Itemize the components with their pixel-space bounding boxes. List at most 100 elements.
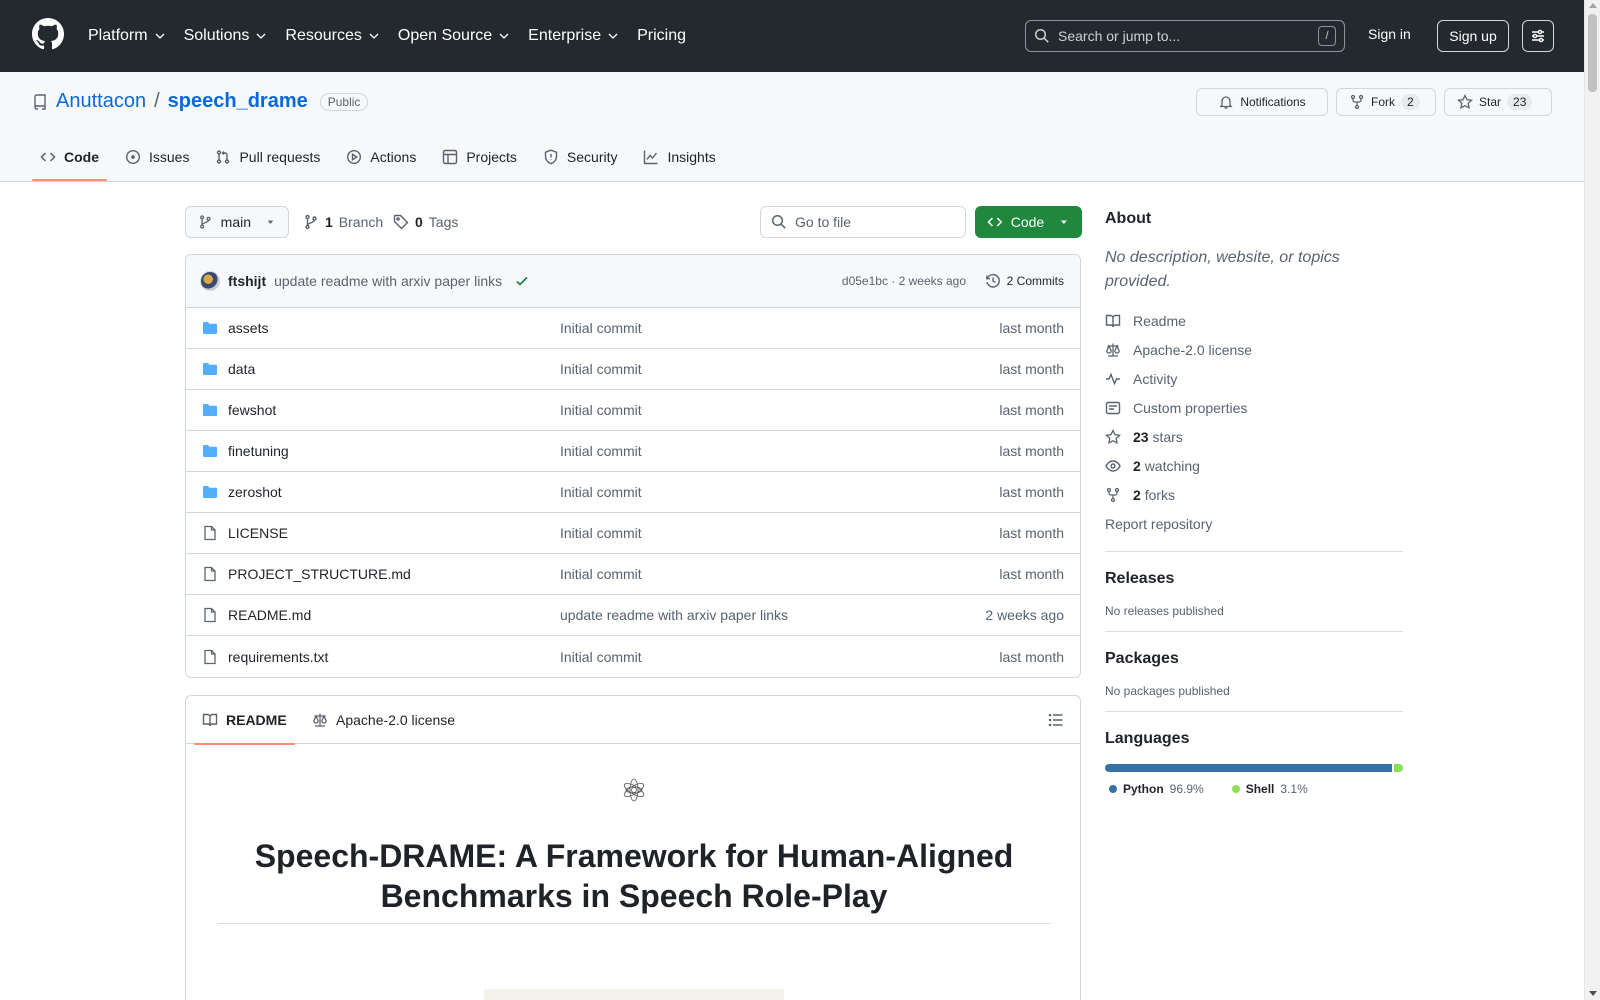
tab-readme[interactable]: README bbox=[194, 696, 295, 745]
repo-owner-link[interactable]: Anuttacon bbox=[56, 90, 146, 113]
file-name-link[interactable]: data bbox=[228, 361, 255, 377]
stars-link[interactable]: 23 stars bbox=[1105, 422, 1403, 451]
file-icon bbox=[204, 649, 216, 664]
table-row[interactable]: requirements.txt Initial commit last month bbox=[186, 636, 1080, 677]
tag-icon bbox=[393, 214, 409, 230]
table-row[interactable]: fewshot Initial commit last month bbox=[186, 390, 1080, 431]
tab-pull-requests[interactable]: Pull requests bbox=[207, 134, 328, 180]
file-name-link[interactable]: fewshot bbox=[228, 402, 276, 418]
custom-properties-link[interactable]: Custom properties bbox=[1105, 393, 1403, 422]
releases-heading[interactable]: Releases bbox=[1105, 570, 1403, 588]
table-row[interactable]: LICENSE Initial commit last month bbox=[186, 513, 1080, 554]
file-name-link[interactable]: LICENSE bbox=[228, 525, 288, 541]
nav-label: Open Source bbox=[397, 27, 493, 44]
chevron-down-icon bbox=[499, 33, 509, 39]
tags-link[interactable]: 0 Tags bbox=[393, 214, 458, 230]
table-icon bbox=[443, 149, 458, 165]
table-row[interactable]: PROJECT_STRUCTURE.md Initial commit last m… bbox=[186, 554, 1080, 595]
commit-message-link[interactable]: update readme with arxiv paper links bbox=[274, 273, 502, 289]
activity-link[interactable]: Activity bbox=[1105, 364, 1403, 393]
file-commit-message-link[interactable]: Initial commit bbox=[560, 525, 642, 541]
fork-counter: 2 bbox=[1401, 94, 1420, 110]
tab-projects[interactable]: Projects bbox=[434, 134, 525, 180]
star-button[interactable]: Star 23 bbox=[1444, 88, 1552, 116]
file-commit-message-link[interactable]: Initial commit bbox=[560, 361, 642, 377]
nav-label: Platform bbox=[88, 27, 148, 44]
header-options-button[interactable] bbox=[1522, 20, 1554, 52]
check-icon[interactable] bbox=[514, 273, 530, 289]
file-commit-message-link[interactable]: Initial commit bbox=[560, 320, 642, 336]
language-legend-item[interactable]: Shell 3.1% bbox=[1231, 782, 1308, 796]
language-legend-item[interactable]: Python 96.9% bbox=[1109, 782, 1204, 796]
avatar[interactable] bbox=[200, 271, 220, 291]
scroll-down-arrow-icon[interactable] bbox=[1589, 991, 1597, 996]
language-color-dot bbox=[1231, 785, 1240, 793]
tab-label: Security bbox=[566, 149, 618, 165]
star-icon bbox=[1457, 94, 1473, 109]
fork-button[interactable]: Fork 2 bbox=[1336, 88, 1436, 116]
repo-name-link[interactable]: speech_drame bbox=[168, 90, 308, 113]
file-commit-message-link[interactable]: Initial commit bbox=[560, 484, 642, 500]
nav-platform[interactable]: Platform bbox=[88, 27, 166, 45]
license-link[interactable]: Apache-2.0 license bbox=[1105, 335, 1403, 364]
nav-enterprise[interactable]: Enterprise bbox=[528, 27, 619, 45]
tab-security[interactable]: Security bbox=[535, 134, 626, 180]
notifications-button[interactable]: Notifications bbox=[1196, 88, 1328, 116]
tab-label: Code bbox=[64, 149, 99, 165]
code-dropdown-button[interactable]: Code bbox=[975, 206, 1082, 238]
watching-link[interactable]: 2 watching bbox=[1105, 451, 1403, 480]
file-name-link[interactable]: requirements.txt bbox=[228, 649, 328, 665]
table-row[interactable]: zeroshot Initial commit last month bbox=[186, 472, 1080, 513]
file-name-link[interactable]: assets bbox=[228, 320, 268, 336]
file-name-link[interactable]: finetuning bbox=[228, 443, 289, 459]
file-commit-message-link[interactable]: Initial commit bbox=[560, 566, 642, 582]
go-to-file-input[interactable]: Go to file bbox=[760, 206, 966, 238]
sign-up-button[interactable]: Sign up bbox=[1437, 20, 1509, 52]
tab-code[interactable]: Code bbox=[32, 134, 107, 181]
forks-link[interactable]: 2 forks bbox=[1105, 480, 1403, 509]
commit-author-link[interactable]: ftshijt bbox=[228, 273, 266, 289]
outline-list-icon[interactable] bbox=[1048, 712, 1064, 728]
commits-history-link[interactable]: 2 Commits bbox=[985, 273, 1064, 289]
file-name-link[interactable]: README.md bbox=[228, 607, 311, 623]
history-icon bbox=[985, 273, 1000, 288]
table-row[interactable]: finetuning Initial commit last month bbox=[186, 431, 1080, 472]
sign-in-link[interactable]: Sign in bbox=[1368, 26, 1411, 42]
readme-link[interactable]: Readme bbox=[1105, 306, 1403, 335]
tab-license[interactable]: Apache-2.0 license bbox=[304, 696, 463, 744]
nav-solutions[interactable]: Solutions bbox=[184, 27, 268, 45]
github-logo-icon[interactable] bbox=[32, 18, 64, 50]
vertical-scrollbar[interactable] bbox=[1584, 0, 1600, 1000]
readme-tabs: README Apache-2.0 license bbox=[186, 696, 1080, 745]
global-search-input[interactable]: Search or jump to... / bbox=[1025, 20, 1345, 52]
file-icon bbox=[204, 607, 216, 623]
tab-insights[interactable]: Insights bbox=[635, 134, 723, 180]
tab-actions[interactable]: Actions bbox=[338, 134, 424, 180]
repo-actions: Notifications Fork 2 Star 23 bbox=[1196, 88, 1552, 116]
tab-issues[interactable]: Issues bbox=[117, 134, 197, 180]
table-row[interactable]: assets Initial commit last month bbox=[186, 308, 1080, 349]
file-commit-message-link[interactable]: Initial commit bbox=[560, 402, 642, 418]
fork-icon bbox=[1106, 487, 1120, 502]
file-commit-message-link[interactable]: update readme with arxiv paper links bbox=[560, 607, 788, 623]
nav-open-source[interactable]: Open Source bbox=[398, 27, 510, 45]
table-row[interactable]: README.md update readme with arxiv paper … bbox=[186, 595, 1080, 636]
nav-pricing[interactable]: Pricing bbox=[637, 27, 686, 45]
tags-label: Tags bbox=[428, 214, 459, 230]
branch-selector[interactable]: main bbox=[185, 206, 289, 238]
file-commit-message-link[interactable]: Initial commit bbox=[560, 649, 642, 665]
readme-heading: Speech-DRAME: A Framework for Human-Alig… bbox=[218, 836, 1050, 916]
scroll-up-arrow-icon[interactable] bbox=[1589, 3, 1597, 8]
forks-label: forks bbox=[1144, 486, 1176, 503]
nav-resources[interactable]: Resources bbox=[285, 27, 379, 45]
file-commit-message-link[interactable]: Initial commit bbox=[560, 443, 642, 459]
report-repository-link[interactable]: Report repository bbox=[1105, 509, 1403, 538]
file-name-link[interactable]: PROJECT_STRUCTURE.md bbox=[228, 566, 411, 582]
scrollbar-thumb[interactable] bbox=[1588, 14, 1597, 92]
table-row[interactable]: data Initial commit last month bbox=[186, 349, 1080, 390]
fork-icon bbox=[1350, 94, 1364, 110]
packages-heading[interactable]: Packages bbox=[1105, 650, 1403, 668]
commit-sha-time[interactable]: d05e1bc · 2 weeks ago bbox=[842, 274, 966, 288]
branches-link[interactable]: 1 Branch bbox=[303, 214, 383, 230]
file-name-link[interactable]: zeroshot bbox=[228, 484, 282, 500]
